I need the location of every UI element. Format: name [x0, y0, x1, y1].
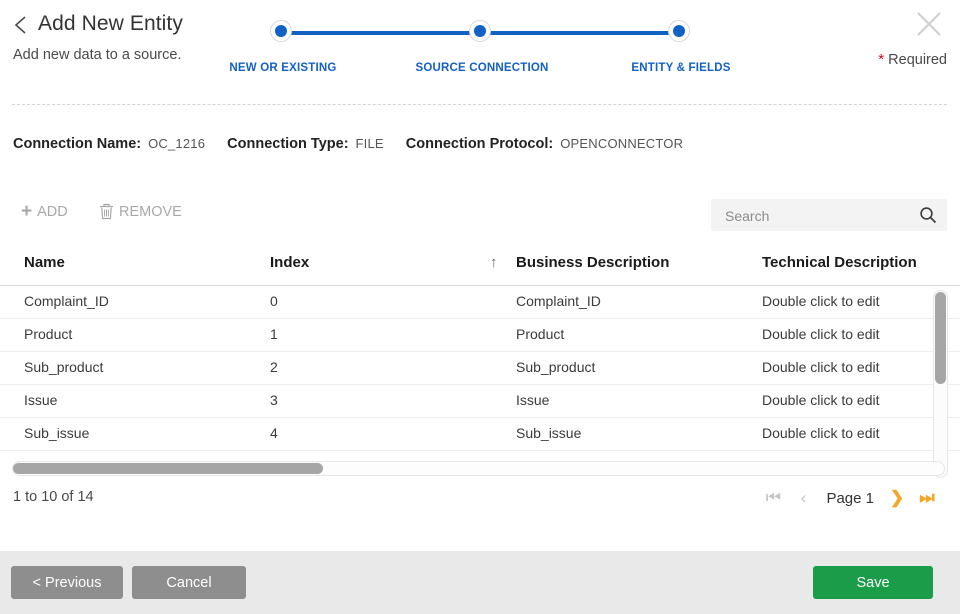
- next-page-button[interactable]: ❯: [882, 485, 912, 511]
- cell-name: Sub_issue: [24, 425, 90, 441]
- table-row[interactable]: Issue 3 Issue Double click to edit: [0, 385, 960, 418]
- search-icon[interactable]: [919, 206, 937, 224]
- cell-technical[interactable]: Double click to edit: [762, 293, 880, 309]
- cell-technical[interactable]: Double click to edit: [762, 425, 880, 441]
- column-header-technical-description[interactable]: Technical Description: [762, 254, 917, 271]
- trash-icon: [99, 203, 114, 220]
- table-row[interactable]: Complaint_ID 0 Complaint_ID Double click…: [0, 286, 960, 319]
- cell-business[interactable]: Sub_issue: [516, 425, 581, 441]
- connection-protocol-label: Connection Protocol:: [405, 136, 554, 152]
- required-note: * Required: [878, 51, 947, 68]
- last-page-button[interactable]: ⏭: [912, 485, 942, 511]
- step-dot-icon[interactable]: [469, 20, 491, 42]
- page-title: Add New Entity: [38, 12, 183, 35]
- close-icon[interactable]: [913, 8, 945, 40]
- cell-index: 3: [270, 392, 278, 408]
- previous-button[interactable]: < Previous: [11, 566, 123, 599]
- cell-business[interactable]: Complaint_ID: [516, 293, 601, 309]
- pagination-status: 1 to 10 of 14: [13, 489, 94, 505]
- pagination-controls: ⏮ ‹ Page 1 ❯ ⏭: [758, 485, 942, 511]
- table-row[interactable]: Sub_product 2 Sub_product Double click t…: [0, 352, 960, 385]
- remove-button[interactable]: REMOVE: [99, 203, 182, 220]
- horizontal-scrollbar-thumb[interactable]: [13, 463, 323, 474]
- column-header-business-description[interactable]: Business Description: [516, 254, 669, 271]
- connection-name-label: Connection Name:: [13, 136, 142, 152]
- column-header-index[interactable]: Index: [270, 254, 309, 271]
- cell-technical[interactable]: Double click to edit: [762, 359, 880, 375]
- cell-index: 0: [270, 293, 278, 309]
- required-label: Required: [884, 52, 947, 68]
- cell-index: 1: [270, 326, 278, 342]
- wizard-stepper: NEW OR EXISTING SOURCE CONNECTION ENTITY…: [229, 12, 730, 92]
- cancel-button[interactable]: Cancel: [132, 566, 246, 599]
- step-dot-icon[interactable]: [270, 20, 292, 42]
- fields-table: Name Index ↑ Business Description Techni…: [0, 240, 960, 477]
- cell-technical[interactable]: Double click to edit: [762, 392, 880, 408]
- cell-business[interactable]: Sub_product: [516, 359, 595, 375]
- connection-info-bar: Connection Name: OC_1216 Connection Type: F…: [13, 136, 683, 152]
- page-header: Add New Entity Add new data to a source.…: [0, 0, 960, 100]
- cell-index: 2: [270, 359, 278, 375]
- chevron-left-icon[interactable]: [12, 14, 30, 36]
- connection-type-value: FILE: [355, 136, 384, 151]
- plus-icon: +: [21, 201, 33, 222]
- step-dot-icon[interactable]: [668, 20, 690, 42]
- table-toolbar: + ADD REMOVE: [0, 196, 960, 239]
- step-label[interactable]: ENTITY & FIELDS: [631, 62, 730, 74]
- step-label[interactable]: SOURCE CONNECTION: [415, 62, 548, 74]
- connection-name-value: OC_1216: [148, 136, 206, 151]
- sort-ascending-icon[interactable]: ↑: [490, 254, 498, 271]
- table-body: Complaint_ID 0 Complaint_ID Double click…: [0, 286, 960, 461]
- add-button[interactable]: + ADD: [21, 201, 68, 222]
- search-input[interactable]: [723, 199, 917, 233]
- connection-type-label: Connection Type:: [227, 136, 349, 152]
- cell-technical[interactable]: Double click to edit: [762, 326, 880, 342]
- footer-bar: < Previous Cancel Save: [0, 551, 960, 614]
- save-button[interactable]: Save: [813, 566, 933, 599]
- cell-name: Product: [24, 326, 73, 342]
- table-row[interactable]: Product 1 Product Double click to edit: [0, 319, 960, 352]
- cell-name: Issue: [24, 392, 58, 408]
- table-row[interactable]: State 5 State Double click to edit: [0, 451, 960, 461]
- table-horizontal-scrollbar[interactable]: [12, 461, 945, 476]
- header-divider: [12, 104, 947, 105]
- cell-name: Sub_product: [24, 359, 104, 375]
- current-page-label: Page 1: [826, 489, 874, 507]
- cell-index: 4: [270, 425, 278, 441]
- remove-button-label: REMOVE: [119, 203, 182, 220]
- cell-name: Complaint_ID: [24, 293, 109, 309]
- previous-page-button[interactable]: ‹: [788, 485, 818, 511]
- pagination-bar: 1 to 10 of 14 ⏮ ‹ Page 1 ❯ ⏭: [0, 481, 960, 517]
- table-header-row: Name Index ↑ Business Description Techni…: [0, 240, 960, 286]
- add-button-label: ADD: [37, 203, 68, 220]
- table-vertical-scrollbar[interactable]: [933, 290, 948, 478]
- page-subtitle: Add new data to a source.: [13, 47, 182, 63]
- first-page-button[interactable]: ⏮: [758, 485, 788, 511]
- column-header-name[interactable]: Name: [24, 254, 65, 271]
- vertical-scrollbar-thumb[interactable]: [935, 292, 946, 384]
- cell-business[interactable]: Issue: [516, 392, 549, 408]
- table-row[interactable]: Sub_issue 4 Sub_issue Double click to ed…: [0, 418, 960, 451]
- search-box[interactable]: [711, 199, 947, 233]
- step-label[interactable]: NEW OR EXISTING: [229, 62, 336, 74]
- cell-business[interactable]: Product: [516, 326, 564, 342]
- connection-protocol-value: OPENCONNECTOR: [560, 136, 684, 151]
